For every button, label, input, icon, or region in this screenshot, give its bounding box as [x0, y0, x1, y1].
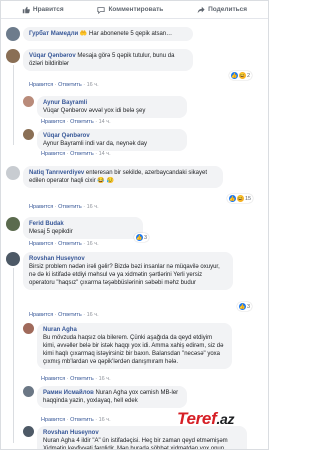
- comment-label: Комментировать: [108, 6, 164, 13]
- avatar[interactable]: [23, 323, 34, 334]
- comment-meta: Нравится · Ответить · 16 ч.: [29, 204, 99, 210]
- comment-meta: Нравится · Ответить · 16 ч.: [29, 241, 99, 247]
- like-reaction-icon: 👍: [231, 72, 238, 79]
- teref-watermark: Teref.az: [177, 409, 235, 428]
- like-link[interactable]: Нравится: [41, 119, 65, 125]
- comment-meta: Нравится · Ответить · 16 ч.: [41, 417, 111, 423]
- like-reaction-icon: 👍: [229, 195, 236, 202]
- comment-bubble: Rovshan Huseynov Birsiz problem nədən ir…: [23, 252, 233, 290]
- reply-bubble: Aynur Bayramli Vüqar Qənbərov əvvəl yox …: [37, 96, 187, 118]
- comment-author[interactable]: Гурбат Мамедли: [29, 31, 78, 37]
- comment-meta: Нравится · Ответить · 16 ч.: [41, 376, 111, 382]
- like-link[interactable]: Нравится: [29, 204, 53, 210]
- comment-text: Bu mövzuda haqsız ola bilerem. Çünki aşa…: [43, 335, 224, 365]
- like-link[interactable]: Нравится: [29, 241, 53, 247]
- thread-line: [13, 268, 14, 443]
- comment-author[interactable]: Nuran Agha: [43, 327, 77, 333]
- avatar[interactable]: [6, 49, 20, 63]
- thread-line: [13, 65, 14, 145]
- share-button[interactable]: Поделиться: [197, 6, 247, 14]
- like-link[interactable]: Нравится: [41, 417, 65, 423]
- avatar[interactable]: [6, 217, 20, 231]
- comment-bubble: Гурбат Мамедли Vüqar Qənbərov Mesaja gör…: [23, 49, 193, 71]
- comment-meta: Нравится · Ответить · 16 ч.: [29, 312, 99, 318]
- reply-bubble: Rovshan Huseynov Nuran Agha 4 ildir "A" …: [37, 426, 247, 450]
- comment-icon: [97, 6, 106, 14]
- comment-author[interactable]: Ferid Budak: [29, 221, 64, 227]
- comments-panel: Нравится Комментировать Поделиться Гурба…: [0, 0, 269, 450]
- comment-time[interactable]: 14 ч.: [99, 119, 111, 125]
- comment-text: Vüqar Qənbərov əvvəl yox idi belə şey: [43, 108, 146, 114]
- comment-time[interactable]: 16 ч.: [99, 376, 111, 382]
- reply-bubble: Vüqar Qənbərov Aynur Bayramli indi var d…: [37, 129, 187, 151]
- comment-time[interactable]: 16 ч.: [87, 241, 99, 247]
- avatar[interactable]: [6, 252, 20, 266]
- avatar[interactable]: [23, 426, 34, 437]
- reply-link[interactable]: Ответить: [70, 151, 94, 157]
- avatar[interactable]: [23, 129, 34, 140]
- comment-meta: Нравится · Ответить · 14 ч.: [41, 119, 111, 125]
- reaction-count[interactable]: 👍 3: [237, 302, 253, 311]
- comment-author[interactable]: Rovshan Huseynov: [43, 430, 99, 436]
- haha-reaction-icon: 😆: [237, 195, 244, 202]
- comment-text: Nuran Agha 4 ildir "A" ün istifadəçisi. …: [43, 438, 228, 450]
- avatar[interactable]: [23, 96, 34, 107]
- comment-text: 🤲 Har abonenete 5 qepik atsan…: [79, 31, 173, 37]
- haha-reaction-icon: 😆: [239, 72, 246, 79]
- reply-link[interactable]: Ответить: [70, 376, 94, 382]
- reply-link[interactable]: Ответить: [58, 241, 82, 247]
- reply-link[interactable]: Ответить: [58, 312, 82, 318]
- comment-author[interactable]: Vüqar Qənbərov: [43, 133, 90, 139]
- like-label: Нравится: [32, 6, 64, 13]
- reply-bubble: Nuran Agha Bu mövzuda haqsız ola bilerem…: [37, 323, 232, 369]
- comment-author[interactable]: Aynur Bayramli: [43, 100, 87, 106]
- like-link[interactable]: Нравится: [41, 151, 65, 157]
- reply-link[interactable]: Ответить: [70, 119, 94, 125]
- comment-bubble: Гурбат Мамедли 🤲 Har abonenete 5 qepik a…: [23, 27, 193, 41]
- reaction-count[interactable]: 👍 😆 2: [229, 71, 253, 80]
- share-label: Поделиться: [208, 6, 248, 13]
- comment-meta: Нравится · Ответить · 16 ч.: [29, 82, 99, 88]
- post-actions-bar: Нравится Комментировать Поделиться: [1, 1, 268, 19]
- comment-author[interactable]: Vüqar Qənbərov: [29, 53, 76, 59]
- avatar[interactable]: [6, 166, 20, 180]
- reaction-count[interactable]: 👍 😆 15: [227, 194, 254, 203]
- avatar[interactable]: [6, 27, 20, 41]
- comment-text: Aynur Bayramli indi var da, neynək day: [43, 141, 147, 147]
- comment-time[interactable]: 16 ч.: [87, 312, 99, 318]
- comment-bubble: Ferid Budak Mesaj 5 qepikdir: [23, 217, 143, 239]
- comment-text: Mesaj 5 qepikdir: [29, 229, 73, 235]
- like-link[interactable]: Нравится: [41, 376, 65, 382]
- thumbs-up-icon: [22, 6, 30, 13]
- share-icon: [197, 6, 205, 13]
- comment-bubble: Natiq Tanrıverdiyev enteresan bir sekild…: [23, 166, 223, 188]
- comment-time[interactable]: 16 ч.: [87, 82, 99, 88]
- comment-author[interactable]: Рамин Исмайлов: [43, 390, 94, 396]
- reply-bubble: Рамин Исмайлов Nuran Agha yox cəmish MB-…: [37, 386, 187, 408]
- comment-meta: Нравится · Ответить · 14 ч.: [41, 151, 111, 157]
- comment-time[interactable]: 16 ч.: [99, 417, 111, 423]
- reply-link[interactable]: Ответить: [58, 204, 82, 210]
- comment-author[interactable]: Rovshan Huseynov: [29, 256, 85, 262]
- comment-author[interactable]: Natiq Tanrıverdiyev: [29, 170, 84, 176]
- like-button[interactable]: Нравится: [22, 6, 64, 14]
- reply-link[interactable]: Ответить: [58, 82, 82, 88]
- comment-time[interactable]: 16 ч.: [87, 204, 99, 210]
- comment-button[interactable]: Комментировать: [97, 6, 163, 14]
- avatar[interactable]: [23, 386, 34, 397]
- like-link[interactable]: Нравится: [29, 312, 53, 318]
- comment-text: Birsiz problem nədən irəli gəlir? Bizdə …: [29, 264, 220, 286]
- like-reaction-icon: 👍: [136, 234, 143, 241]
- reply-link[interactable]: Ответить: [70, 417, 94, 423]
- comment-time[interactable]: 14 ч.: [99, 151, 111, 157]
- like-reaction-icon: 👍: [239, 303, 246, 310]
- reaction-count[interactable]: 👍 3: [134, 233, 150, 242]
- like-link[interactable]: Нравится: [29, 82, 53, 88]
